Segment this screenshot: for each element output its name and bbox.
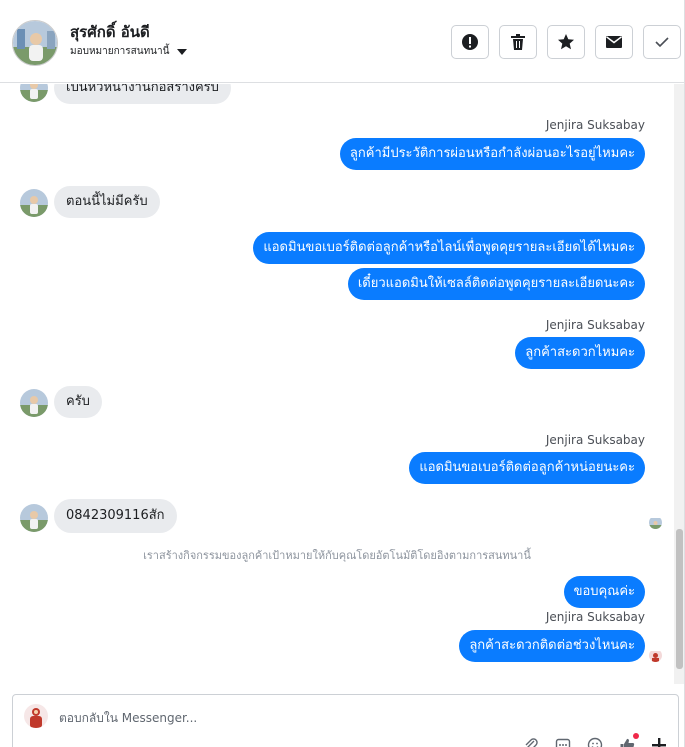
contact-avatar-small xyxy=(20,189,48,217)
scrollbar-thumb[interactable] xyxy=(676,529,683,669)
paperclip-icon xyxy=(525,738,538,747)
caret-down-icon xyxy=(177,48,188,55)
mark-done-button[interactable] xyxy=(643,25,681,59)
conversation-header: สุรศักดิ์ อันดี มอบหมายการสนทนานี้ xyxy=(0,0,685,83)
reply-input[interactable] xyxy=(59,709,479,727)
seen-avatar xyxy=(649,516,662,529)
like-button[interactable] xyxy=(617,733,639,747)
alert-icon xyxy=(462,34,478,50)
contact-avatar-small xyxy=(20,389,48,417)
header-actions xyxy=(451,25,681,59)
more-tools-button[interactable] xyxy=(649,735,669,747)
notification-dot xyxy=(633,733,639,739)
attach-button[interactable] xyxy=(521,735,541,747)
outgoing-message: ลูกค้าสะดวกติดต่อช่วงไหนคะ xyxy=(459,630,645,662)
incoming-message: ครับ xyxy=(54,386,102,418)
outgoing-message: เดี๋ยวแอดมินให้เซลล์ติดต่อพูดคุยรายละเอี… xyxy=(347,268,645,300)
composer-tools xyxy=(521,733,669,747)
thumbs-up-icon xyxy=(620,738,635,747)
seen-avatar xyxy=(649,649,662,662)
reply-composer xyxy=(12,694,679,747)
mark-spam-button[interactable] xyxy=(451,25,489,59)
contact-avatar[interactable] xyxy=(12,20,58,66)
page-avatar xyxy=(24,704,48,728)
sender-name: Jenjira Suksabay xyxy=(545,318,645,332)
outgoing-message: ขอบคุณค่ะ xyxy=(563,576,645,608)
emoji-icon xyxy=(587,737,603,747)
sender-name: Jenjira Suksabay xyxy=(545,433,645,447)
emoji-button[interactable] xyxy=(585,735,605,747)
assign-label: มอบหมายการสนทนานี้ xyxy=(70,46,170,57)
sender-name: Jenjira Suksabay xyxy=(545,610,645,624)
star-button[interactable] xyxy=(547,25,585,59)
plus-icon xyxy=(652,738,666,747)
delete-button[interactable] xyxy=(499,25,537,59)
contact-name[interactable]: สุรศักดิ์ อันดี xyxy=(70,20,150,44)
mail-icon xyxy=(606,36,622,48)
incoming-message: ตอนนี้ไม่มีครับ xyxy=(54,186,160,218)
incoming-message: เป็นหัวหน้างานก่อสร้างครับ xyxy=(54,84,231,104)
message-thread[interactable]: เป็นหัวหน้างานก่อสร้างครับ Jenjira Suksa… xyxy=(0,84,674,684)
system-note: เราสร้างกิจกรรมของลูกค้าเป้าหมายให้กับคุ… xyxy=(143,549,531,562)
saved-reply-icon xyxy=(555,738,571,747)
check-icon xyxy=(655,37,669,48)
incoming-message: 0842309116สัก xyxy=(54,499,177,533)
outgoing-message: ลูกค้ามีประวัติการผ่อนหรือกำลังผ่อนอะไรอ… xyxy=(339,138,645,170)
assign-conversation-dropdown[interactable]: มอบหมายการสนทนานี้ xyxy=(70,44,188,59)
outgoing-message: ลูกค้าสะดวกไหมคะ xyxy=(515,337,645,369)
saved-replies-button[interactable] xyxy=(553,735,573,747)
outgoing-message: แอดมินขอเบอร์ติดต่อลูกค้าหรือไลน์เพื่อพู… xyxy=(253,232,645,264)
outgoing-message: แอดมินขอเบอร์ติดต่อลูกค้าหน่อยนะคะ xyxy=(409,452,645,484)
sender-name: Jenjira Suksabay xyxy=(545,118,645,132)
contact-avatar-small xyxy=(20,84,48,102)
trash-icon xyxy=(511,34,525,50)
mark-unread-button[interactable] xyxy=(595,25,633,59)
contact-avatar-small xyxy=(20,504,48,532)
star-icon xyxy=(558,34,574,50)
